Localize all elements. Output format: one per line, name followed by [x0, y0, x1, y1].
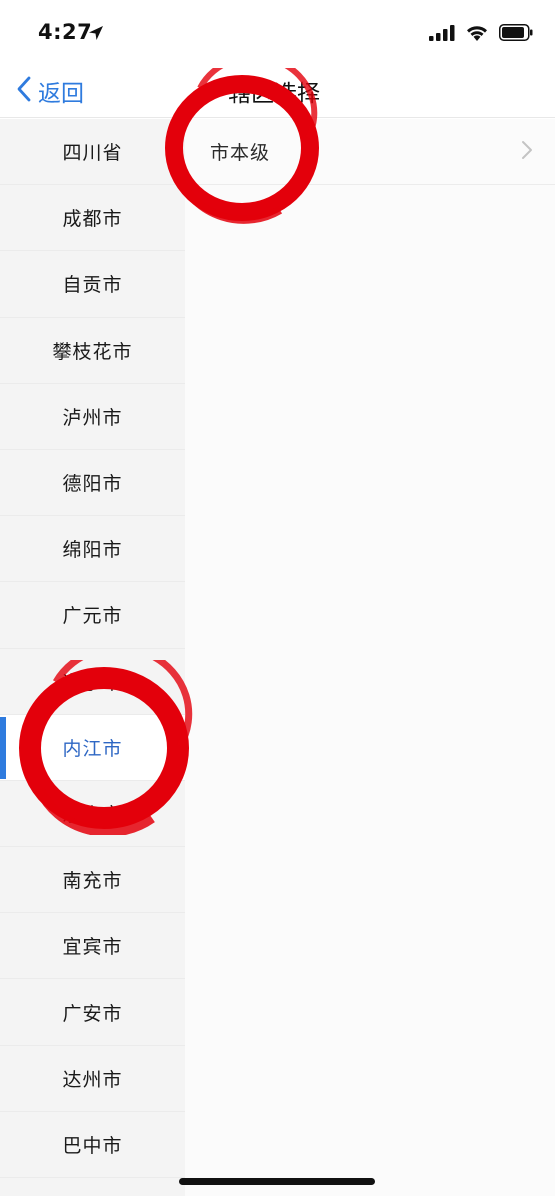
sidebar-item[interactable]: 广安市	[0, 979, 185, 1046]
sidebar-item-label: 德阳市	[62, 473, 123, 496]
home-indicator	[179, 1178, 375, 1185]
sidebar-item-label: 泸州市	[62, 406, 123, 429]
status-bar: 4:27	[0, 0, 555, 66]
battery-icon	[499, 24, 533, 45]
sidebar-item[interactable]: 广元市	[0, 582, 185, 649]
sidebar-item[interactable]: 泸州市	[0, 384, 185, 450]
sidebar-item-label: 四川省	[62, 142, 123, 165]
wifi-icon	[465, 24, 489, 45]
sidebar-item[interactable]: 乐山市	[0, 781, 185, 848]
location-arrow-icon	[88, 25, 104, 45]
sidebar-item-label: 巴中市	[62, 1134, 123, 1157]
sidebar-item[interactable]: 成都市	[0, 185, 185, 252]
district-list: 市本级	[185, 119, 555, 1196]
sidebar-item[interactable]: 内江市	[0, 714, 185, 781]
status-indicators	[429, 24, 533, 45]
nav-bar: 返回 辖区选择	[0, 66, 555, 118]
cellular-signal-icon	[429, 24, 455, 45]
sidebar-item[interactable]: 雅安市	[0, 1178, 185, 1196]
sidebar-item[interactable]: 自贡市	[0, 251, 185, 318]
sidebar-item[interactable]: 巴中市	[0, 1112, 185, 1178]
district-item[interactable]: 市本级	[185, 119, 555, 185]
sidebar-item-label: 攀枝花市	[52, 340, 133, 363]
district-item-label: 市本级	[210, 142, 271, 164]
sidebar-item[interactable]: 德阳市	[0, 450, 185, 517]
city-sidebar[interactable]: 四川省成都市自贡市攀枝花市泸州市德阳市绵阳市广元市遂宁市内江市乐山市南充市宜宾市…	[0, 119, 185, 1196]
back-button[interactable]: 返回	[16, 74, 84, 108]
sidebar-item-label: 达州市	[62, 1068, 123, 1091]
page-title: 辖区选择	[228, 81, 320, 107]
active-indicator	[0, 716, 6, 779]
chevron-right-icon	[521, 140, 533, 164]
sidebar-item-label: 乐山市	[62, 803, 123, 826]
sidebar-item[interactable]: 攀枝花市	[0, 318, 185, 384]
sidebar-item[interactable]: 达州市	[0, 1046, 185, 1112]
back-label: 返回	[38, 81, 84, 107]
sidebar-item[interactable]: 宜宾市	[0, 913, 185, 980]
sidebar-item-label: 成都市	[62, 208, 123, 231]
sidebar-item-label: 遂宁市	[62, 671, 123, 694]
sidebar-item[interactable]: 四川省	[0, 119, 185, 186]
sidebar-item-label: 宜宾市	[62, 936, 123, 959]
sidebar-item-label: 自贡市	[62, 274, 123, 297]
sidebar-item[interactable]: 遂宁市	[0, 649, 185, 715]
chevron-left-icon	[16, 75, 32, 107]
sidebar-item[interactable]: 绵阳市	[0, 516, 185, 583]
sidebar-item-label: 内江市	[62, 737, 123, 760]
status-time: 4:27	[38, 20, 93, 44]
sidebar-item-label: 南充市	[62, 870, 123, 893]
sidebar-item-label: 广安市	[62, 1002, 123, 1025]
sidebar-item-label: 绵阳市	[62, 539, 123, 562]
sidebar-item-label: 广元市	[62, 605, 123, 628]
sidebar-item[interactable]: 南充市	[0, 847, 185, 914]
